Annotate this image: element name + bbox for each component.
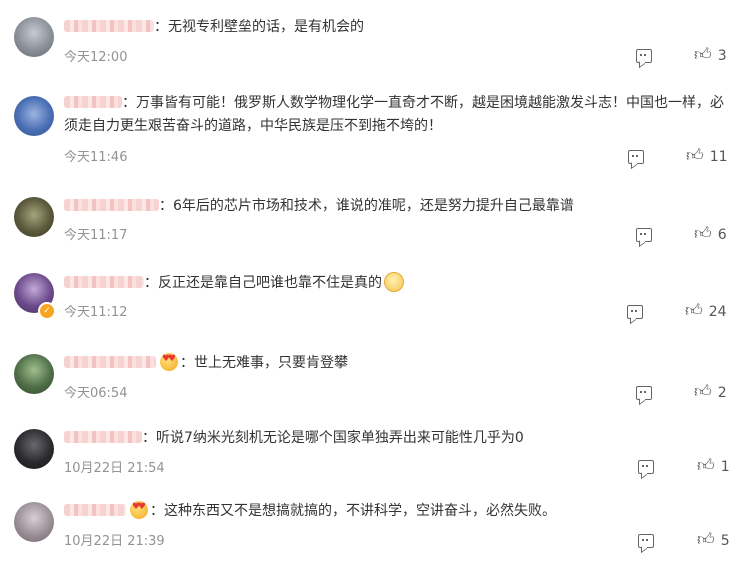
comment-body: ：这种东西又不是想搞就搞的，不讲科学，空讲奋斗，必然失败。	[150, 503, 556, 519]
username[interactable]	[64, 275, 144, 288]
reply-button[interactable]	[636, 386, 652, 400]
like-button[interactable]: 👍︎ 11	[686, 148, 728, 165]
like-button[interactable]: 👍︎ 24	[685, 303, 727, 320]
username[interactable]	[64, 19, 154, 32]
like-button[interactable]: 👍︎ 3	[694, 47, 727, 64]
thumbs-up-icon: 👍︎	[697, 530, 715, 550]
comment-icon	[636, 386, 652, 400]
comment-icon	[628, 150, 644, 164]
username[interactable]	[64, 95, 122, 108]
emoji-icon	[384, 271, 404, 292]
avatar[interactable]	[14, 502, 54, 542]
comment-body: ：反正还是靠自己吧谁也靠不住是真的	[144, 275, 382, 291]
comment-body: ：6年后的芯片市场和技术，谁说的准呢，还是努力提升自己最靠谱	[159, 198, 574, 214]
comment-item: ✓ ：反正还是靠自己吧谁也靠不住是真的 今天11:12 👍︎ 24	[0, 260, 740, 340]
thumbs-up-icon: 👍︎	[694, 224, 712, 244]
reply-button[interactable]	[636, 228, 652, 242]
emoji-icon	[130, 500, 148, 519]
verified-badge-icon: ✓	[38, 302, 56, 320]
thumbs-up-icon: 👍︎	[686, 146, 704, 166]
thumbs-up-icon: 👍︎	[694, 45, 712, 65]
comment-item: ：世上无难事，只要肯登攀 今天06:54 👍︎ 2	[0, 340, 740, 420]
comment-time: 10月22日 21:39	[64, 534, 165, 549]
comment-text: ：听说7纳米光刻机无论是哪个国家单独弄出来可能性几乎为0	[64, 427, 726, 450]
comment-icon	[638, 534, 654, 548]
comment-text: ：世上无难事，只要肯登攀	[64, 352, 726, 375]
avatar[interactable]	[14, 197, 54, 237]
thumbs-up-icon: 👍︎	[685, 301, 703, 321]
comment-body: ：万事皆有可能！俄罗斯人数学物理化学一直奇才不断，越是困境越能激发斗志！中国也一…	[64, 95, 724, 134]
comment-time: 今天11:17	[64, 228, 128, 243]
comment-text: ：无视专利壁垒的话，是有机会的	[64, 16, 726, 39]
comment-item: ：万事皆有可能！俄罗斯人数学物理化学一直奇才不断，越是困境越能激发斗志！中国也一…	[0, 80, 740, 180]
comment-item: ：无视专利壁垒的话，是有机会的 今天12:00 👍︎ 3	[0, 0, 740, 80]
like-button[interactable]: 👍︎ 1	[697, 458, 730, 475]
like-count: 2	[717, 384, 727, 401]
like-button[interactable]: 👍︎ 2	[694, 384, 727, 401]
comment-text: ：万事皆有可能！俄罗斯人数学物理化学一直奇才不断，越是困境越能激发斗志！中国也一…	[64, 92, 726, 138]
avatar[interactable]	[14, 429, 54, 469]
like-count: 1	[720, 458, 730, 475]
comment-icon	[636, 49, 652, 63]
reply-button[interactable]	[627, 305, 643, 319]
comment-item: ：6年后的芯片市场和技术，谁说的准呢，还是努力提升自己最靠谱 今天11:17 👍…	[0, 180, 740, 260]
like-count: 6	[717, 226, 727, 243]
comment-time: 今天06:54	[64, 386, 128, 401]
comment-icon	[638, 460, 654, 474]
avatar[interactable]	[14, 17, 54, 57]
comment-time: 10月22日 21:54	[64, 461, 165, 476]
username[interactable]	[64, 503, 126, 516]
username[interactable]	[64, 198, 159, 211]
reply-button[interactable]	[628, 150, 644, 164]
reply-button[interactable]	[638, 460, 654, 474]
comment-icon	[636, 228, 652, 242]
comment-icon	[627, 305, 643, 319]
like-count: 11	[709, 148, 728, 165]
comment-time: 今天12:00	[64, 50, 128, 65]
reply-button[interactable]	[636, 49, 652, 63]
comment-time: 今天11:12	[64, 305, 128, 320]
comment-item: ：这种东西又不是想搞就搞的，不讲科学，空讲奋斗，必然失败。 10月22日 21:…	[0, 492, 740, 562]
username[interactable]	[64, 355, 156, 368]
reply-button[interactable]	[638, 534, 654, 548]
comment-body: ：无视专利壁垒的话，是有机会的	[154, 19, 364, 35]
emoji-icon	[160, 352, 178, 371]
comment-item: ：听说7纳米光刻机无论是哪个国家单独弄出来可能性几乎为0 10月22日 21:5…	[0, 420, 740, 492]
comment-body: ：听说7纳米光刻机无论是哪个国家单独弄出来可能性几乎为0	[142, 430, 524, 446]
like-count: 5	[720, 532, 730, 549]
like-button[interactable]: 👍︎ 6	[694, 226, 727, 243]
username[interactable]	[64, 430, 142, 443]
avatar[interactable]	[14, 96, 54, 136]
thumbs-up-icon: 👍︎	[694, 382, 712, 402]
like-count: 3	[717, 47, 727, 64]
thumbs-up-icon: 👍︎	[697, 456, 715, 476]
comment-text: ：反正还是靠自己吧谁也靠不住是真的	[64, 271, 726, 295]
comment-text: ：这种东西又不是想搞就搞的，不讲科学，空讲奋斗，必然失败。	[64, 500, 726, 523]
comment-time: 今天11:46	[64, 150, 128, 165]
like-button[interactable]: 👍︎ 5	[697, 532, 730, 549]
avatar[interactable]	[14, 354, 54, 394]
like-count: 24	[708, 303, 727, 320]
comment-body: ：世上无难事，只要肯登攀	[180, 355, 348, 371]
comment-text: ：6年后的芯片市场和技术，谁说的准呢，还是努力提升自己最靠谱	[64, 195, 726, 218]
